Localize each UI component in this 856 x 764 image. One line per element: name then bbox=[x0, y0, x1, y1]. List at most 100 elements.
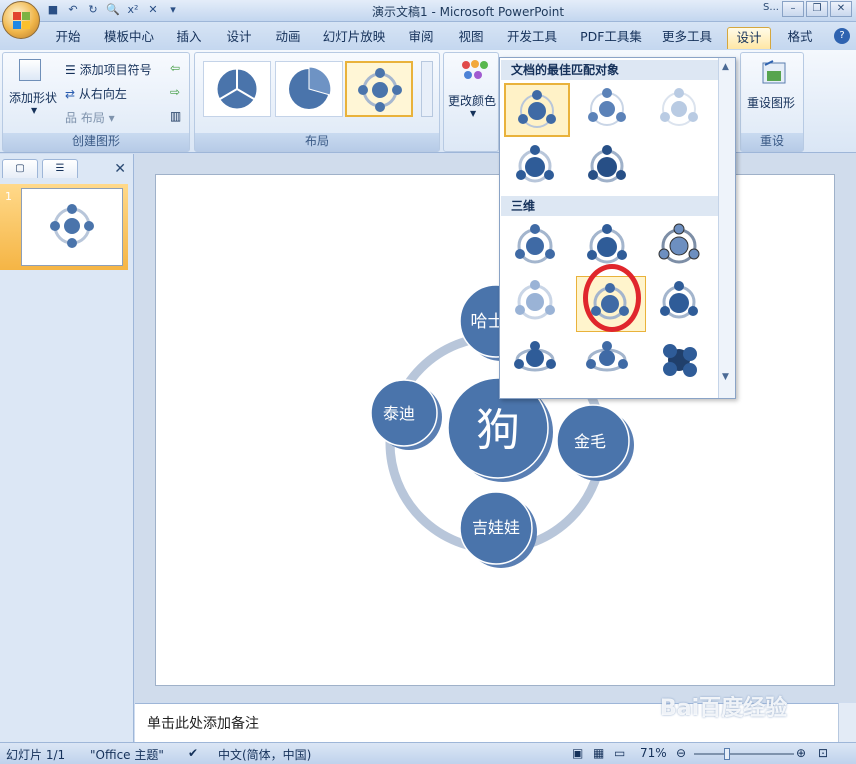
style-3d-polished[interactable] bbox=[504, 220, 570, 274]
close-format-icon[interactable]: ✕ bbox=[146, 3, 160, 17]
normal-view-icon[interactable]: ▣ bbox=[572, 746, 583, 760]
notes-scrollbar[interactable] bbox=[838, 703, 856, 742]
print-preview-icon[interactable]: 🔍 bbox=[106, 3, 120, 17]
slideshow-view-icon[interactable]: ▭ bbox=[614, 746, 625, 760]
style-intense[interactable] bbox=[576, 140, 642, 194]
tab-smartart-design[interactable]: 设计 bbox=[727, 27, 771, 49]
tab-pdf-tools[interactable]: PDF工具集 bbox=[575, 27, 647, 49]
layout-label: 布局 bbox=[80, 111, 105, 125]
layout-option-3-selected[interactable] bbox=[345, 61, 413, 117]
red-annotation-circle bbox=[583, 264, 641, 332]
style-light[interactable] bbox=[648, 83, 714, 137]
reset-graphic-button[interactable]: 重设图形 bbox=[747, 59, 803, 125]
add-bullet-label: 添加项目符号 bbox=[79, 63, 152, 77]
watermark: Bai百度经验 bbox=[660, 696, 788, 721]
change-colors-dropdown-icon: ▼ bbox=[470, 109, 477, 118]
tab-view[interactable]: 视图 bbox=[452, 27, 490, 49]
smartart-style-gallery: 文档的最佳匹配对象 三维 ▲ ▼ bbox=[499, 57, 736, 399]
outline-tab-icon[interactable]: ☰ bbox=[42, 159, 78, 178]
scroll-down-icon[interactable]: ▼ bbox=[722, 372, 729, 382]
tab-more-tools[interactable]: 更多工具 bbox=[655, 27, 719, 49]
node-right[interactable]: 金毛 bbox=[556, 404, 634, 481]
tab-template-center[interactable]: 模板中心 bbox=[96, 27, 162, 49]
format-icon[interactable]: x² bbox=[126, 3, 140, 17]
node-bottom[interactable]: 吉娃娃 bbox=[459, 491, 537, 568]
center-node-text: 狗 bbox=[476, 405, 520, 456]
node-left-text: 泰迪 bbox=[383, 404, 415, 423]
slide-thumbnail[interactable] bbox=[21, 188, 123, 266]
style-3d-sunset[interactable] bbox=[648, 276, 714, 330]
minimize-button[interactable]: – bbox=[782, 1, 804, 17]
layout-group-label: 布局 bbox=[195, 133, 439, 151]
group-smartart-styles: 更改颜色 ▼ bbox=[443, 52, 499, 152]
tab-animation[interactable]: 动画 bbox=[269, 27, 307, 49]
zoom-slider[interactable] bbox=[694, 748, 794, 760]
undo-icon[interactable]: ↶ bbox=[66, 3, 80, 17]
layout-option-2[interactable] bbox=[275, 61, 343, 117]
style-3d-metallic[interactable] bbox=[648, 332, 714, 386]
tab-format[interactable]: 格式 bbox=[780, 27, 820, 49]
text-pane-icon[interactable]: ▥ bbox=[170, 109, 181, 123]
window-controls: S... – ❐ ✕ bbox=[762, 1, 852, 17]
add-bullet-button[interactable]: ☰ 添加项目符号 bbox=[65, 61, 152, 78]
dropdown-icon[interactable]: ▾ bbox=[166, 3, 180, 17]
slide-thumbnail-row[interactable]: 1 bbox=[0, 184, 128, 270]
zoom-in-icon[interactable]: ⊕ bbox=[796, 746, 806, 760]
slide-sorter-icon[interactable]: ▦ bbox=[593, 746, 604, 760]
layout-option-1[interactable] bbox=[203, 61, 271, 117]
slide-number: 1 bbox=[5, 190, 12, 203]
help-icon[interactable]: ? bbox=[834, 28, 850, 44]
layout-radial-icon bbox=[358, 68, 402, 112]
gallery-section-3d: 三维 bbox=[501, 196, 718, 216]
zoom-level[interactable]: 71% bbox=[640, 746, 667, 760]
language[interactable]: 中文(简体，中国) bbox=[218, 746, 311, 763]
promote-icon[interactable]: ⇦ bbox=[170, 61, 180, 75]
scroll-up-icon[interactable]: ▲ bbox=[722, 62, 729, 72]
restore-button[interactable]: ❐ bbox=[806, 1, 828, 17]
style-subtle[interactable] bbox=[576, 83, 642, 137]
style-3d-flat-scene[interactable] bbox=[576, 332, 642, 386]
right-to-left-button[interactable]: ⇄ 从右向左 bbox=[65, 85, 127, 102]
theme-name: "Office 主题" bbox=[90, 748, 164, 762]
right-to-left-label: 从右向左 bbox=[78, 87, 127, 101]
thumbnail-diagram bbox=[50, 204, 94, 248]
group-reset: 重设图形 重设 bbox=[740, 52, 804, 152]
window-title: 演示文稿1 - Microsoft PowerPoint bbox=[372, 5, 565, 19]
demote-icon[interactable]: ⇨ bbox=[170, 85, 180, 99]
zoom-slider-thumb[interactable] bbox=[724, 748, 730, 760]
slide-edit-area: 狗 哈士奇 泰迪 金毛 吉娃娃 bbox=[135, 154, 856, 702]
add-shape-button[interactable]: 添加形状 ▼ bbox=[9, 59, 57, 123]
fit-window-icon[interactable]: ⊡ bbox=[818, 746, 828, 760]
style-3d-powder[interactable] bbox=[504, 276, 570, 330]
tab-home[interactable]: 开始 bbox=[49, 27, 87, 49]
zoom-out-icon[interactable]: ⊖ bbox=[676, 746, 686, 760]
tab-slideshow[interactable]: 幻灯片放映 bbox=[318, 27, 390, 49]
slides-panel: ▢ ☰ ✕ 1 bbox=[0, 154, 134, 742]
change-colors-button[interactable]: 更改颜色 ▼ bbox=[448, 59, 500, 129]
tab-review[interactable]: 审阅 bbox=[402, 27, 440, 49]
close-panel-icon[interactable]: ✕ bbox=[114, 161, 126, 177]
tab-developer[interactable]: 开发工具 bbox=[500, 27, 564, 49]
spellcheck-icon[interactable]: ✔ bbox=[188, 746, 198, 760]
gallery-scrollbar[interactable]: ▲ ▼ bbox=[718, 58, 735, 398]
layout-segmented-icon bbox=[289, 66, 332, 109]
node-left[interactable]: 泰迪 bbox=[370, 379, 442, 450]
slides-tab-icon[interactable]: ▢ bbox=[2, 159, 38, 178]
style-3d-cartoon[interactable] bbox=[648, 220, 714, 274]
reset-graphic-label: 重设图形 bbox=[747, 96, 796, 110]
redo-icon[interactable]: ↻ bbox=[86, 3, 100, 17]
close-button[interactable]: ✕ bbox=[830, 1, 852, 17]
tab-design[interactable]: 设计 bbox=[220, 27, 258, 49]
layout-gallery-scroll[interactable] bbox=[421, 61, 433, 117]
office-button[interactable] bbox=[2, 1, 40, 39]
swap-icon: ⇄ bbox=[65, 87, 76, 101]
style-moderate[interactable] bbox=[504, 140, 570, 194]
reset-graphic-icon bbox=[762, 60, 786, 84]
tab-insert[interactable]: 插入 bbox=[170, 27, 208, 49]
group-create-graphic: 添加形状 ▼ ☰ 添加项目符号 ⇄ 从右向左 品 布局 ▾ ⇦ ⇨ ▥ 创建图形 bbox=[2, 52, 190, 152]
style-flat-simple[interactable] bbox=[504, 83, 570, 137]
reset-group-label: 重设 bbox=[741, 133, 803, 151]
save-icon[interactable]: ■ bbox=[46, 3, 60, 17]
style-3d-bird-eye[interactable] bbox=[504, 332, 570, 386]
layout-button[interactable]: 品 布局 ▾ bbox=[65, 109, 115, 126]
